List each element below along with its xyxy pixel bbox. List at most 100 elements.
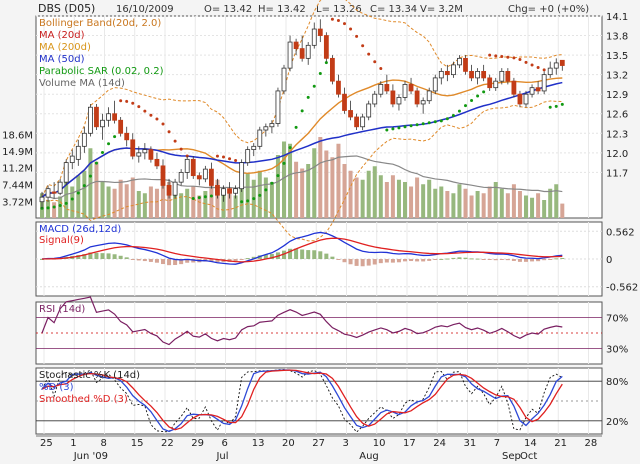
- sar-dot: [88, 174, 92, 178]
- macd-histogram-bar: [300, 249, 305, 259]
- candle: [88, 103, 93, 137]
- legend-sar: Parabolic SAR (0.02, 0.2): [39, 66, 164, 77]
- candle: [172, 178, 178, 199]
- candle-body: [360, 116, 366, 128]
- volume-bar: [475, 191, 480, 218]
- candle: [414, 87, 420, 108]
- macd-histogram-bar: [560, 257, 565, 259]
- stoch-tick-label: 80%: [606, 377, 628, 388]
- candle-body: [541, 74, 547, 92]
- sar-dot: [197, 196, 201, 200]
- x-tick-label: 17: [403, 438, 416, 449]
- volume-bar: [542, 200, 547, 218]
- macd-histogram-bar: [542, 259, 547, 261]
- macd-histogram-bar: [348, 259, 353, 265]
- macd-histogram-bar: [524, 259, 528, 262]
- candle: [245, 146, 251, 166]
- candle-body: [51, 191, 57, 194]
- volume-bar: [191, 186, 196, 218]
- sar-dot: [518, 57, 522, 61]
- candle-body: [142, 149, 148, 154]
- macd-histogram-bar: [415, 259, 420, 262]
- candle-body: [348, 110, 353, 118]
- candle-body: [100, 119, 105, 128]
- sar-dot: [64, 201, 68, 205]
- candle: [257, 126, 263, 150]
- volume-bar: [536, 193, 541, 218]
- candle-body: [154, 158, 160, 167]
- candle: [190, 156, 196, 179]
- volume-bar: [560, 203, 565, 218]
- volume-tick-label: 3.72M: [2, 197, 33, 208]
- volume-bar: [487, 186, 492, 218]
- macd-histogram-bar: [100, 253, 105, 259]
- x-tick-label: 14: [524, 438, 537, 449]
- macd-histogram-bar: [330, 256, 335, 259]
- candle-body: [481, 70, 487, 79]
- sar-dot: [222, 155, 225, 159]
- macd-histogram-bar: [390, 259, 395, 263]
- candle-body: [124, 132, 130, 141]
- x-tick-label: 28: [585, 438, 598, 449]
- sar-dot: [397, 126, 401, 130]
- sar-dot: [94, 161, 98, 165]
- candle-body: [493, 80, 499, 89]
- header-change: Chg= +0 (+0%): [508, 4, 589, 15]
- sar-dot: [361, 44, 365, 48]
- candle-body: [323, 35, 329, 59]
- candle-body: [166, 185, 172, 196]
- sar-dot: [548, 105, 552, 109]
- candle-body: [245, 149, 251, 164]
- x-tick-label: 1: [70, 438, 76, 449]
- macd-histogram-bar: [142, 259, 147, 262]
- macd-histogram-bar: [239, 259, 244, 260]
- volume-bar: [378, 175, 383, 218]
- volume-tick-label: 7.44M: [2, 181, 33, 192]
- volume-bar: [306, 164, 311, 218]
- volume-bar: [499, 188, 504, 218]
- candle-body: [148, 149, 154, 160]
- legend-ma20: MA (20d): [39, 30, 85, 41]
- volume-bar: [70, 186, 75, 218]
- candle-body: [45, 188, 51, 198]
- candle-body: [63, 162, 69, 183]
- sar-dot: [252, 197, 256, 201]
- candle-body: [106, 113, 111, 121]
- header-high: H= 13.42: [258, 4, 306, 15]
- sar-dot: [476, 94, 480, 98]
- volume-bar: [354, 177, 359, 218]
- sar-dot: [167, 130, 171, 134]
- candle-body: [396, 97, 402, 105]
- candle-body: [94, 106, 99, 128]
- sar-dot: [530, 63, 534, 67]
- stoch-title: Stochastic %K (14d): [39, 370, 140, 381]
- macd-histogram-bar: [481, 259, 486, 260]
- candle-body: [505, 70, 511, 82]
- candle-body: [233, 188, 239, 194]
- sar-dot: [300, 109, 304, 113]
- macd-tick-label: 0: [606, 255, 612, 266]
- candle: [329, 55, 335, 85]
- macd-histogram-bar: [439, 258, 444, 260]
- stock-chart: DBS (D05) 16/10/2009 O= 13.42 H= 13.42 L…: [2, 0, 638, 462]
- candle-body: [475, 70, 481, 79]
- macd-histogram-bar: [457, 257, 462, 259]
- macd-histogram-bar: [403, 259, 407, 262]
- sar-dot: [161, 122, 165, 126]
- sar-dot: [464, 104, 467, 108]
- volume-bar: [548, 188, 553, 218]
- volume-bar: [463, 188, 468, 218]
- x-tick-label: 13: [252, 438, 265, 449]
- macd-histogram-bar: [451, 257, 456, 259]
- volume-bar: [390, 175, 395, 218]
- header-open: O= 13.42: [204, 4, 252, 15]
- macd-histogram-bar: [94, 252, 99, 259]
- sar-dot: [409, 124, 413, 128]
- sar-dot: [482, 90, 486, 94]
- candle-body: [336, 80, 341, 95]
- volume-bar: [505, 193, 510, 218]
- candle: [94, 103, 99, 131]
- macd-histogram-bar: [469, 258, 474, 260]
- sar-dot: [149, 113, 153, 117]
- volume-bar: [396, 179, 401, 218]
